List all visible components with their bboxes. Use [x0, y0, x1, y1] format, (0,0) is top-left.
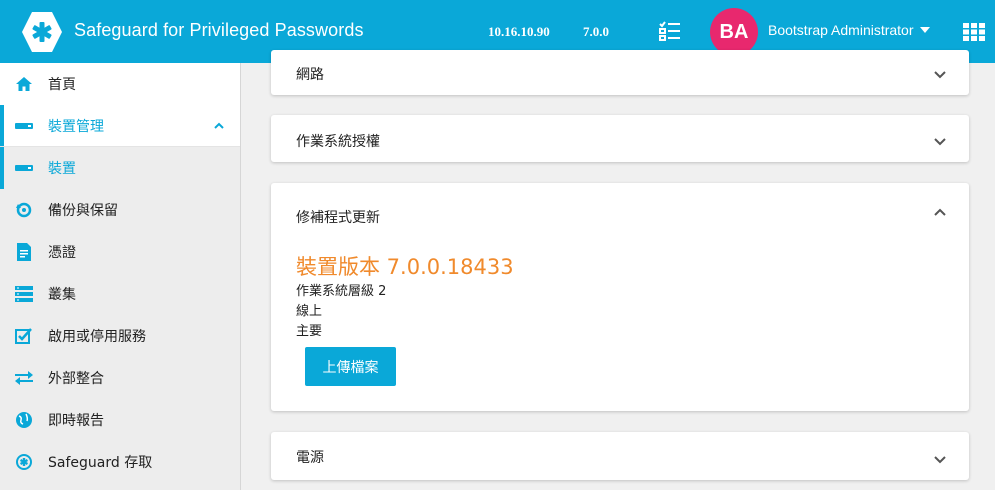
active-indicator — [0, 147, 4, 189]
sidebar-item-external-integration[interactable]: 外部整合 — [0, 357, 240, 399]
sidebar-item-appliance-management[interactable]: 裝置管理 — [0, 105, 240, 147]
patch-updates-card: 修補程式更新 裝置版本 7.0.0.18433 作業系統層級 2 線上 主要 上… — [271, 183, 969, 411]
sidebar-item-cluster[interactable]: 叢集 — [0, 273, 240, 315]
sidebar: 首頁 裝置管理 裝置 備份與保留 憑證 叢集 啟用或停用服務 外部整合 即時報告… — [0, 63, 241, 490]
sidebar-item-label: Safeguard 存取 — [48, 455, 153, 471]
card-title: 修補程式更新 — [296, 210, 380, 226]
sidebar-item-appliance[interactable]: 裝置 — [0, 147, 240, 189]
sidebar-item-home[interactable]: 首頁 — [0, 63, 240, 105]
appliance-version-text: 裝置版本 7.0.0.18433 — [296, 255, 514, 279]
sidebar-item-label: 憑證 — [48, 245, 76, 261]
sidebar-item-label: 外部整合 — [48, 371, 104, 387]
card-title: 網路 — [296, 67, 324, 83]
os-license-card[interactable]: 作業系統授權 — [271, 115, 969, 162]
sidebar-item-label: 裝置 — [48, 161, 76, 177]
sidebar-item-label: 即時報告 — [48, 413, 104, 429]
power-card[interactable]: 電源 — [271, 432, 969, 480]
safeguard-logo-icon[interactable] — [20, 10, 64, 54]
backup-icon — [15, 201, 33, 219]
chevron-down-icon[interactable] — [933, 137, 947, 147]
checkbox-edit-icon — [15, 327, 33, 345]
safeguard-icon — [15, 453, 33, 471]
sidebar-item-label: 首頁 — [48, 77, 76, 93]
chevron-up-icon[interactable] — [214, 121, 224, 131]
user-menu[interactable]: Bootstrap Administrator — [768, 22, 930, 38]
cluster-icon — [15, 285, 33, 303]
user-name: Bootstrap Administrator — [768, 22, 914, 38]
tasks-list-icon[interactable] — [659, 20, 681, 42]
certificate-icon — [15, 243, 33, 261]
sidebar-item-backup-retention[interactable]: 備份與保留 — [0, 189, 240, 231]
card-title: 作業系統授權 — [296, 134, 380, 150]
chevron-up-icon[interactable] — [933, 207, 947, 217]
sidebar-item-real-time-reports[interactable]: 即時報告 — [0, 399, 240, 441]
chevron-down-icon[interactable] — [933, 455, 947, 465]
sidebar-item-safeguard-access[interactable]: Safeguard 存取 — [0, 441, 240, 483]
sidebar-item-label: 叢集 — [48, 287, 76, 303]
exchange-arrows-icon — [15, 369, 33, 387]
network-card[interactable]: 網路 — [271, 50, 969, 95]
caret-down-icon — [919, 27, 930, 33]
sidebar-item-enable-disable-services[interactable]: 啟用或停用服務 — [0, 315, 240, 357]
appliance-ip: 10.16.10.90 — [488, 24, 550, 39]
sidebar-item-certificates[interactable]: 憑證 — [0, 231, 240, 273]
upload-file-button[interactable]: 上傳檔案 — [305, 347, 396, 386]
avatar[interactable]: BA — [710, 8, 758, 56]
sidebar-item-label: 備份與保留 — [48, 203, 118, 219]
active-indicator — [0, 105, 4, 146]
appliance-role-text: 主要 — [296, 324, 323, 339]
appliance-icon — [15, 159, 33, 177]
appliance-version: 7.0.0 — [583, 24, 609, 39]
card-title: 電源 — [296, 450, 324, 466]
sidebar-item-label: 裝置管理 — [48, 118, 104, 135]
appliance-state-text: 線上 — [296, 304, 323, 319]
apps-grid-icon[interactable] — [963, 23, 985, 41]
app-title: Safeguard for Privileged Passwords — [74, 20, 364, 40]
os-level-text: 作業系統層級 2 — [296, 284, 387, 299]
sidebar-item-label: 啟用或停用服務 — [48, 329, 146, 345]
appliance-icon — [15, 117, 33, 135]
home-icon — [15, 75, 33, 93]
globe-icon — [15, 411, 33, 429]
chevron-down-icon[interactable] — [933, 70, 947, 80]
